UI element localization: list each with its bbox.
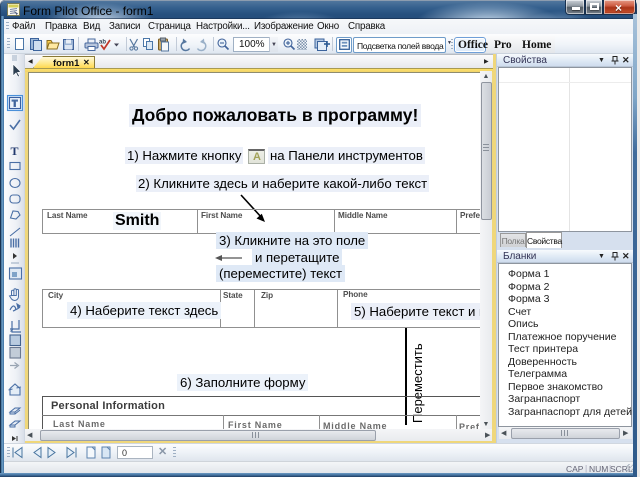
svg-text:ab: ab xyxy=(99,40,106,46)
svg-text:T: T xyxy=(11,144,19,158)
svg-text:T: T xyxy=(12,99,18,109)
